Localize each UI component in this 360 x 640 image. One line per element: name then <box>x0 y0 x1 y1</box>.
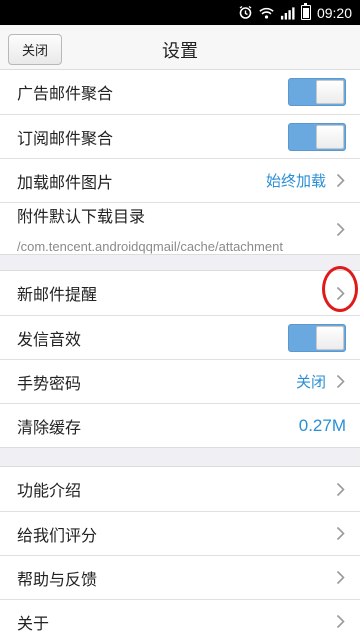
setting-label: 功能介绍 <box>17 481 82 500</box>
setting-label: 附件默认下载目录 <box>17 207 146 226</box>
alarm-icon <box>238 5 253 20</box>
toggle-knob <box>316 325 344 350</box>
chevron-right-icon <box>334 570 346 586</box>
setting-gesture-password[interactable]: 手势密码 关闭 <box>0 359 360 403</box>
setting-send-sound: 发信音效 <box>0 315 360 359</box>
subscription-aggregation-toggle[interactable] <box>288 122 346 151</box>
chevron-right-icon <box>334 526 346 542</box>
toggle-knob <box>316 80 344 104</box>
page-title: 设置 <box>162 41 198 62</box>
setting-label: 广告邮件聚合 <box>17 84 114 103</box>
setting-value: 始终加载 <box>265 172 326 190</box>
wifi-icon <box>259 5 274 20</box>
setting-label: 订阅邮件聚合 <box>17 128 114 148</box>
chevron-right-icon <box>334 614 346 630</box>
setting-new-mail-alert[interactable]: 新邮件提醒 <box>0 271 360 315</box>
setting-ad-mail-aggregation: 广告邮件聚合 <box>0 70 360 114</box>
setting-subscription-aggregation: 订阅邮件聚合 <box>0 114 360 158</box>
setting-label: 新邮件提醒 <box>17 285 98 304</box>
send-sound-toggle[interactable] <box>288 323 346 352</box>
chevron-right-icon <box>334 481 346 497</box>
settings-group-general: 新邮件提醒 发信音效 手势密码 关闭 清除缓存 0.27M <box>0 270 360 448</box>
chevron-right-icon <box>334 285 346 301</box>
ad-mail-aggregation-toggle[interactable] <box>288 78 346 106</box>
setting-attachment-directory[interactable]: 附件默认下载目录 /com.tencent.androidqqmail/cach… <box>0 202 360 254</box>
setting-value: 0.27M <box>298 415 346 435</box>
chevron-right-icon <box>334 221 346 237</box>
setting-label: 手势密码 <box>17 373 82 393</box>
toggle-knob <box>316 124 344 149</box>
setting-about[interactable]: 关于 <box>0 599 360 640</box>
chevron-right-icon <box>334 374 346 390</box>
setting-clear-cache[interactable]: 清除缓存 0.27M <box>0 403 360 447</box>
battery-icon <box>300 3 311 20</box>
setting-label: 给我们评分 <box>17 525 98 545</box>
settings-group-about: 功能介绍 给我们评分 帮助与反馈 关于 <box>0 466 360 640</box>
setting-label: 清除缓存 <box>17 417 82 437</box>
status-time: 09:20 <box>316 4 352 21</box>
setting-label: 关于 <box>17 613 50 633</box>
setting-value: 关闭 <box>295 373 326 391</box>
setting-help-feedback[interactable]: 帮助与反馈 <box>0 555 360 599</box>
chevron-right-icon <box>334 173 346 189</box>
title-bar: 关闭 设置 <box>0 25 360 73</box>
signal-icon <box>280 5 295 20</box>
setting-label: 发信音效 <box>17 329 82 349</box>
setting-label: 帮助与反馈 <box>17 569 98 589</box>
setting-feature-intro[interactable]: 功能介绍 <box>0 467 360 511</box>
setting-rate-us[interactable]: 给我们评分 <box>0 511 360 555</box>
settings-group-mail: 广告邮件聚合 订阅邮件聚合 加载邮件图片 始终加载 附件默认下载目录 /com.… <box>0 69 360 255</box>
setting-path: /com.tencent.androidqqmail/cache/attachm… <box>17 239 283 254</box>
setting-load-mail-images[interactable]: 加载邮件图片 始终加载 <box>0 158 360 202</box>
setting-label: 加载邮件图片 <box>17 172 114 192</box>
status-bar: 09:20 <box>0 0 360 25</box>
